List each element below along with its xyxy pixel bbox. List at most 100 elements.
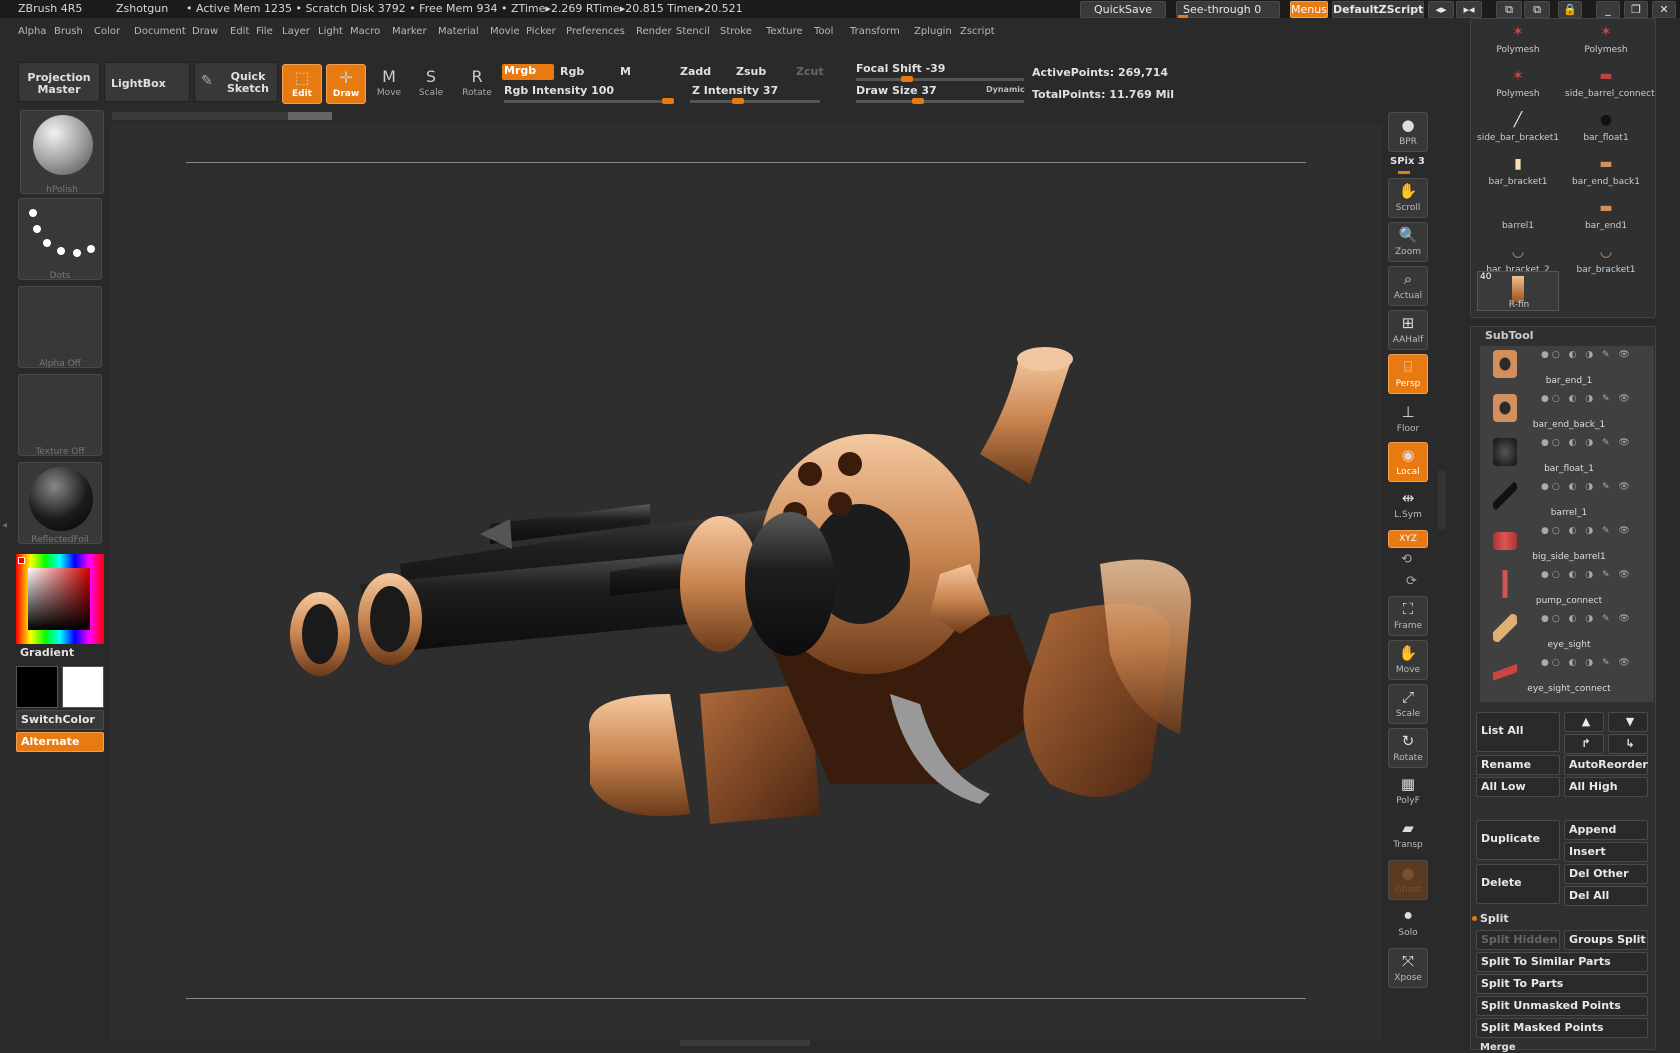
subtool-row[interactable]: ●○ ◐ ◑ ✎ 👁 big_side_barrel1 xyxy=(1485,522,1653,566)
subtool-toggle-icons[interactable]: ●○ ◐ ◑ ✎ 👁 xyxy=(1541,350,1633,360)
menu-edit[interactable]: Edit xyxy=(230,26,249,37)
ui-layout-2-icon[interactable]: ⧉ xyxy=(1524,1,1550,18)
texture-slot[interactable]: Texture Off xyxy=(18,374,102,457)
list-all-button[interactable]: List All xyxy=(1476,712,1560,752)
quick-sketch-button[interactable]: ✎ Quick Sketch xyxy=(194,62,278,102)
edit-mode-button[interactable]: ⬚ Edit xyxy=(282,64,322,104)
split-masked-button[interactable]: Split Masked Points xyxy=(1476,1018,1648,1038)
restore-icon[interactable]: ❐ xyxy=(1624,1,1648,18)
xyz-button[interactable]: XYZ xyxy=(1388,530,1428,548)
move-down-icon[interactable]: ▼ xyxy=(1608,712,1648,732)
move-up-icon[interactable]: ▲ xyxy=(1564,712,1604,732)
scale-mode-button[interactable]: S Scale xyxy=(410,64,452,102)
xpose-button[interactable]: ⤧ Xpose xyxy=(1388,948,1428,988)
tool-thumb[interactable]: ✶ Polymesh xyxy=(1565,19,1647,59)
menu-material[interactable]: Material xyxy=(438,26,479,37)
rotate-y-icon[interactable]: ⟲ xyxy=(1401,552,1412,567)
color-picker[interactable] xyxy=(16,554,104,644)
menu-file[interactable]: File xyxy=(256,26,273,37)
actual-button[interactable]: ⌕ Actual xyxy=(1388,266,1428,306)
projection-master-button[interactable]: Projection Master xyxy=(18,62,100,102)
menu-zscript[interactable]: Zscript xyxy=(960,26,995,37)
scale-view-button[interactable]: ⤢ Scale xyxy=(1388,684,1428,724)
z-intensity-slider[interactable] xyxy=(690,98,820,104)
menu-alpha[interactable]: Alpha xyxy=(18,26,46,37)
tool-thumb[interactable]: barrel1 xyxy=(1477,195,1559,235)
rotate-view-button[interactable]: ↻ Rotate xyxy=(1388,728,1428,768)
see-through-slider[interactable]: See-through 0 xyxy=(1176,1,1280,18)
m-button[interactable]: M xyxy=(620,65,631,78)
menu-color[interactable]: Color xyxy=(94,26,120,37)
z-intensity-knob[interactable] xyxy=(732,98,745,104)
dynamic-toggle[interactable]: Dynamic xyxy=(986,85,1025,94)
gradient-label[interactable]: Gradient xyxy=(20,646,74,659)
zoom-button[interactable]: 🔍 Zoom xyxy=(1388,222,1428,262)
lsym-button[interactable]: ⇹ L.Sym xyxy=(1388,486,1428,526)
main-color-black[interactable] xyxy=(16,666,58,708)
draw-size-slider[interactable] xyxy=(856,98,1024,104)
right-tray-handle[interactable] xyxy=(1438,470,1446,530)
floor-button[interactable]: ⊥ Floor xyxy=(1388,400,1428,440)
subtool-row[interactable]: ●○ ◐ ◑ ✎ 👁 bar_float_1 xyxy=(1485,434,1653,478)
subtool-toggle-icons[interactable]: ●○ ◐ ◑ ✎ 👁 xyxy=(1541,482,1633,492)
subtool-row[interactable]: ●○ ◐ ◑ ✎ 👁 eye_sight_connect xyxy=(1485,654,1653,698)
all-low-button[interactable]: All Low xyxy=(1476,777,1560,797)
move-view-button[interactable]: ✋ Move xyxy=(1388,640,1428,680)
lightbox-button[interactable]: LightBox xyxy=(104,62,190,102)
split-to-parts-button[interactable]: Split To Parts xyxy=(1476,974,1648,994)
draw-mode-button[interactable]: ✛ Draw xyxy=(326,64,366,104)
tool-thumb[interactable]: ▬ bar_end_back1 xyxy=(1565,151,1647,191)
tool-thumb[interactable]: ✶ Polymesh xyxy=(1477,19,1559,59)
zsub-button[interactable]: Zsub xyxy=(736,65,766,78)
layout-left-icon[interactable]: ◂▸ xyxy=(1428,1,1454,18)
subtool-row[interactable]: ●○ ◐ ◑ ✎ 👁 bar_end_1 xyxy=(1485,346,1653,390)
menu-zplugin[interactable]: Zplugin xyxy=(914,26,952,37)
solo-button[interactable]: ⚫ Solo xyxy=(1388,904,1428,944)
menu-brush[interactable]: Brush xyxy=(54,26,83,37)
quicksave-button[interactable]: QuickSave xyxy=(1080,1,1166,18)
material-slot[interactable]: ReflectedFoil xyxy=(18,462,102,545)
stroke-slot[interactable]: Dots xyxy=(18,198,102,281)
arrow-up-right-icon[interactable]: ↱ xyxy=(1564,734,1604,754)
menu-light[interactable]: Light xyxy=(318,26,343,37)
frame-button[interactable]: ⛶ Frame xyxy=(1388,596,1428,636)
left-tray-arrow-icon[interactable]: ◂ xyxy=(2,520,7,531)
menu-movie[interactable]: Movie xyxy=(490,26,520,37)
default-zscript-button[interactable]: DefaultZScript xyxy=(1332,1,1424,18)
rgb-button[interactable]: Rgb xyxy=(560,65,584,78)
tool-thumb[interactable]: ✶ Polymesh xyxy=(1477,63,1559,103)
local-button[interactable]: ◉ Local xyxy=(1388,442,1428,482)
delete-button[interactable]: Delete xyxy=(1476,864,1560,904)
alpha-slot[interactable]: Alpha Off xyxy=(18,286,102,369)
subtool-toggle-icons[interactable]: ●○ ◐ ◑ ✎ 👁 xyxy=(1541,438,1633,448)
brush-slot[interactable]: hPolish xyxy=(20,110,104,195)
transp-button[interactable]: ▰ Transp xyxy=(1388,816,1428,856)
rgb-intensity-slider[interactable] xyxy=(504,98,674,104)
subtool-row[interactable]: ●○ ◐ ◑ ✎ 👁 eye_sight xyxy=(1485,610,1653,654)
focal-shift-slider[interactable] xyxy=(856,76,1024,82)
subtool-row[interactable]: ●○ ◐ ◑ ✎ 👁 bar_end_back_1 xyxy=(1485,390,1653,434)
subtool-toggle-icons[interactable]: ●○ ◐ ◑ ✎ 👁 xyxy=(1541,658,1633,668)
groups-split-button[interactable]: Groups Split xyxy=(1564,930,1648,950)
menu-macro[interactable]: Macro xyxy=(350,26,380,37)
subtool-title[interactable]: SubTool xyxy=(1485,329,1534,342)
rotate-mode-button[interactable]: R Rotate xyxy=(456,64,498,102)
rfin-thumb[interactable]: 40 R-fin xyxy=(1477,271,1559,311)
all-high-button[interactable]: All High xyxy=(1564,777,1648,797)
polyf-button[interactable]: ▦ PolyF xyxy=(1388,772,1428,812)
minimize-icon[interactable]: _ xyxy=(1596,1,1620,18)
menu-preferences[interactable]: Preferences xyxy=(566,26,625,37)
del-other-button[interactable]: Del Other xyxy=(1564,864,1648,884)
split-unmasked-button[interactable]: Split Unmasked Points xyxy=(1476,996,1648,1016)
ui-layout-1-icon[interactable]: ⧉ xyxy=(1496,1,1522,18)
bpr-button[interactable]: ● BPR xyxy=(1388,112,1428,152)
menu-transform[interactable]: Transform xyxy=(850,26,900,37)
mrgb-button[interactable]: Mrgb xyxy=(502,64,554,80)
menu-marker[interactable]: Marker xyxy=(392,26,427,37)
rename-button[interactable]: Rename xyxy=(1476,755,1560,775)
menu-draw[interactable]: Draw xyxy=(192,26,218,37)
move-mode-button[interactable]: M Move xyxy=(368,64,410,102)
layout-right-icon[interactable]: ▸◂ xyxy=(1456,1,1482,18)
menu-document[interactable]: Document xyxy=(134,26,186,37)
subtool-row[interactable]: ●○ ◐ ◑ ✎ 👁 barrel_1 xyxy=(1485,478,1653,522)
